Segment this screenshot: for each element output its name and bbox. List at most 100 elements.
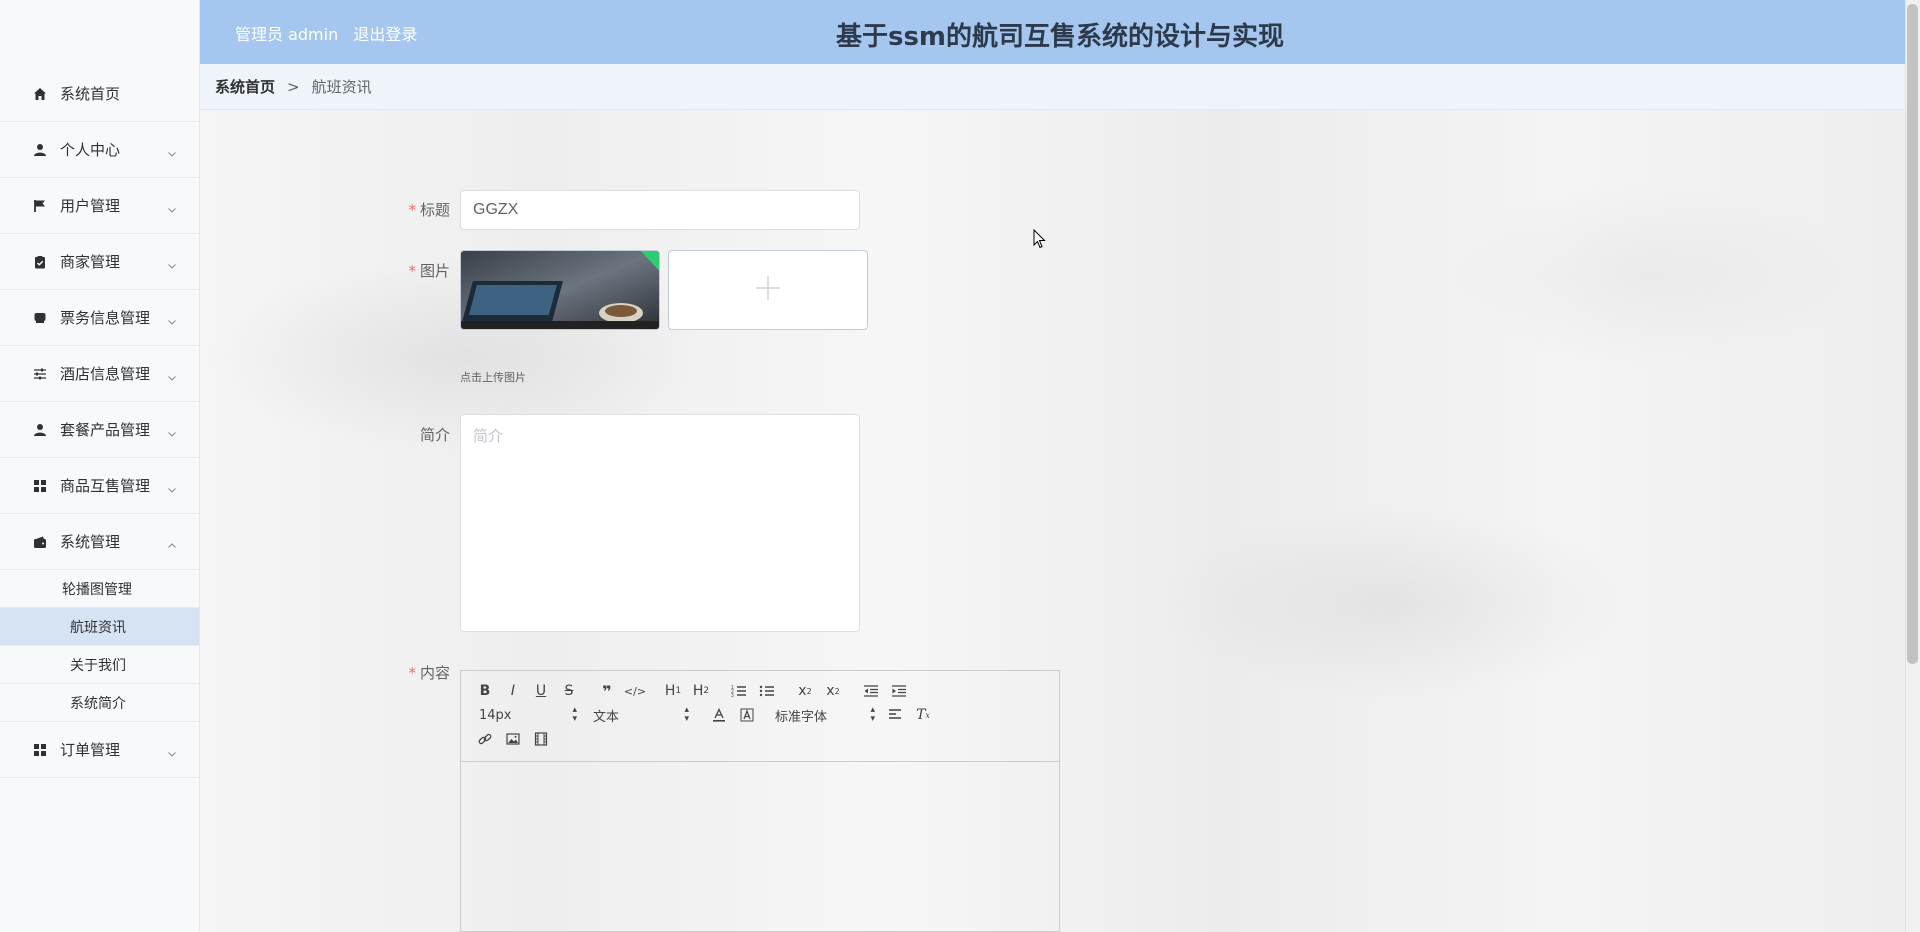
grid-icon bbox=[32, 742, 48, 758]
flag-icon bbox=[32, 198, 48, 214]
chevron-down-icon bbox=[167, 425, 177, 437]
indent-icon[interactable] bbox=[885, 679, 913, 703]
font-size-select[interactable]: 14px ▴ ▾ bbox=[471, 703, 583, 727]
header1-button[interactable]: H1 bbox=[659, 679, 687, 703]
chevron-down-icon bbox=[167, 745, 177, 757]
editor-content-area[interactable] bbox=[461, 762, 1059, 932]
chevron-down-icon bbox=[167, 145, 177, 157]
content-label: * 内容 bbox=[370, 662, 450, 683]
breadcrumb-current: 航班资讯 bbox=[311, 78, 372, 96]
sidebar-item-system-management[interactable]: 系统管理 bbox=[0, 514, 199, 570]
sidebar-item-home[interactable]: 系统首页 bbox=[0, 66, 199, 122]
clear-format-icon[interactable]: Tx bbox=[909, 703, 937, 727]
header-format-select[interactable]: 文本 ▴ ▾ bbox=[583, 703, 695, 727]
chevron-down-icon bbox=[167, 201, 177, 213]
background-color-icon[interactable] bbox=[733, 703, 761, 727]
clipboard-check-icon bbox=[32, 254, 48, 270]
sidebar-item-personal-center[interactable]: 个人中心 bbox=[0, 122, 199, 178]
intro-label-text: 简介 bbox=[419, 426, 450, 444]
outdent-icon[interactable] bbox=[857, 679, 885, 703]
sidebar-item-label: 套餐产品管理 bbox=[60, 421, 151, 439]
intro-textarea[interactable]: 简介 bbox=[460, 414, 860, 632]
bold-button[interactable]: B bbox=[471, 679, 499, 703]
blockquote-icon[interactable]: ❞ bbox=[593, 679, 621, 703]
rich-text-editor: B I U S ❞ </> H1 H2 123 x2 x2 14px ▴ ▾ 文… bbox=[460, 670, 1060, 932]
link-icon[interactable] bbox=[471, 727, 499, 751]
sidebar-item-label: 票务信息管理 bbox=[60, 309, 151, 327]
select-caret-icon: ▴ ▾ bbox=[572, 705, 577, 724]
sliders-icon bbox=[32, 366, 48, 382]
header2-button[interactable]: H2 bbox=[687, 679, 715, 703]
image-label-text: 图片 bbox=[419, 262, 450, 280]
font-size-value: 14px bbox=[479, 707, 512, 723]
sidebar: 系统首页 个人中心 用户管理 商家管理 票务信息管理 酒店信息管理 套餐产品管理… bbox=[0, 0, 200, 932]
sidebar-item-goods-management[interactable]: 商品互售管理 bbox=[0, 458, 199, 514]
title-label-text: 标题 bbox=[419, 201, 450, 219]
sidebar-item-order-management[interactable]: 订单管理 bbox=[0, 722, 199, 778]
breadcrumb: 系统首页 > 航班资讯 bbox=[200, 64, 1905, 110]
breadcrumb-home[interactable]: 系统首页 bbox=[215, 76, 275, 97]
code-block-icon[interactable]: </> bbox=[621, 679, 649, 703]
user-icon bbox=[32, 422, 48, 438]
sidebar-item-merchant-management[interactable]: 商家管理 bbox=[0, 234, 199, 290]
sidebar-subitem-about-us[interactable]: 关于我们 bbox=[0, 646, 199, 684]
sidebar-subitem-label: 轮播图管理 bbox=[62, 581, 132, 598]
font-color-icon[interactable] bbox=[705, 703, 733, 727]
app-title: 基于ssm的航司互售系统的设计与实现 bbox=[835, 22, 1285, 52]
svg-text:3: 3 bbox=[731, 693, 734, 698]
bullet-list-icon[interactable] bbox=[753, 679, 781, 703]
sidebar-item-label: 系统首页 bbox=[60, 85, 121, 103]
header-format-value: 文本 bbox=[593, 709, 620, 725]
sidebar-item-package-management[interactable]: 套餐产品管理 bbox=[0, 402, 199, 458]
video-icon[interactable] bbox=[527, 727, 555, 751]
sidebar-item-label: 商家管理 bbox=[60, 253, 121, 271]
sidebar-subitem-label: 关于我们 bbox=[70, 657, 126, 674]
italic-button[interactable]: I bbox=[499, 679, 527, 703]
header: 管理员 admin 退出登录 基于ssm的航司互售系统的设计与实现 bbox=[200, 0, 1920, 64]
intro-placeholder: 简介 bbox=[473, 427, 504, 445]
breadcrumb-separator: > bbox=[287, 77, 300, 96]
title-input[interactable]: GGZX bbox=[460, 190, 860, 230]
sidebar-item-user-management[interactable]: 用户管理 bbox=[0, 178, 199, 234]
sidebar-item-ticket-management[interactable]: 票务信息管理 bbox=[0, 290, 199, 346]
select-caret-icon: ▴ ▾ bbox=[870, 705, 875, 724]
editor-toolbar-row: 14px ▴ ▾ 文本 ▴ ▾ 标准字体 ▴ ▾ Tx bbox=[471, 703, 1049, 727]
underline-button[interactable]: U bbox=[527, 679, 555, 703]
sidebar-subitem-label: 航班资讯 bbox=[70, 619, 126, 636]
sidebar-item-label: 订单管理 bbox=[60, 741, 121, 759]
font-family-select[interactable]: 标准字体 ▴ ▾ bbox=[771, 703, 881, 727]
sidebar-subitem-system-intro[interactable]: 系统简介 bbox=[0, 684, 199, 722]
subscript-button[interactable]: x2 bbox=[791, 679, 819, 703]
upload-hint: 点击上传图片 bbox=[460, 371, 526, 384]
sidebar-item-label: 个人中心 bbox=[60, 141, 121, 159]
image-icon[interactable] bbox=[499, 727, 527, 751]
font-family-value: 标准字体 bbox=[775, 709, 828, 725]
sidebar-item-label: 系统管理 bbox=[60, 533, 121, 551]
sidebar-subitem-label: 系统简介 bbox=[70, 695, 126, 712]
chevron-down-icon bbox=[167, 257, 177, 269]
chevron-down-icon bbox=[167, 369, 177, 381]
grid-icon bbox=[32, 478, 48, 494]
sidebar-item-label: 商品互售管理 bbox=[60, 477, 151, 495]
user-icon bbox=[32, 142, 48, 158]
required-mark: * bbox=[408, 664, 416, 682]
sidebar-item-hotel-management[interactable]: 酒店信息管理 bbox=[0, 346, 199, 402]
uploaded-image-thumbnail[interactable] bbox=[460, 250, 660, 330]
image-upload-button[interactable] bbox=[668, 250, 868, 330]
sidebar-subitem-flight-news[interactable]: 航班资讯 bbox=[0, 608, 199, 646]
page-scrollbar[interactable] bbox=[1905, 0, 1920, 932]
ticket-icon bbox=[32, 310, 48, 326]
editor-toolbar-row bbox=[471, 727, 1049, 751]
sidebar-subitem-carousel[interactable]: 轮播图管理 bbox=[0, 570, 199, 608]
title-label: * 标题 bbox=[370, 199, 450, 220]
sidebar-top bbox=[0, 0, 199, 66]
superscript-button[interactable]: x2 bbox=[819, 679, 847, 703]
scrollbar-thumb[interactable] bbox=[1907, 4, 1918, 664]
chevron-up-icon bbox=[167, 537, 177, 548]
ordered-list-icon[interactable]: 123 bbox=[725, 679, 753, 703]
select-caret-icon: ▴ ▾ bbox=[684, 705, 689, 724]
strike-button[interactable]: S bbox=[555, 679, 583, 703]
align-icon[interactable] bbox=[881, 703, 909, 727]
editor-toolbar-row: B I U S ❞ </> H1 H2 123 x2 x2 bbox=[471, 679, 1049, 703]
chevron-down-icon bbox=[167, 313, 177, 325]
